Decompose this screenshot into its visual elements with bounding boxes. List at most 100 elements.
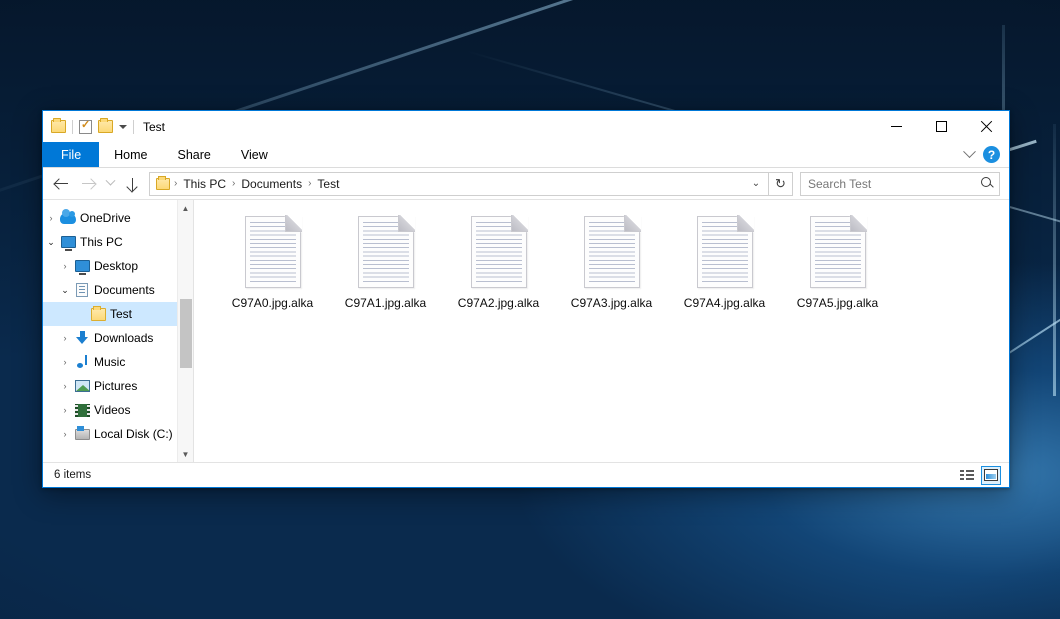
twisty-collapsed-icon[interactable]: › bbox=[57, 429, 73, 439]
tab-file[interactable]: File bbox=[43, 142, 99, 167]
maximize-icon bbox=[936, 121, 947, 132]
forward-arrow-icon bbox=[81, 178, 95, 190]
file-item[interactable]: C97A1.jpg.alka bbox=[329, 214, 442, 310]
generic-file-icon bbox=[697, 216, 753, 288]
drive-icon bbox=[73, 429, 91, 440]
minimize-icon bbox=[891, 126, 902, 127]
file-explorer-window: Test File Home Share View ? bbox=[42, 110, 1010, 488]
help-icon[interactable]: ? bbox=[983, 146, 1000, 163]
sidebar-item-label: Videos bbox=[91, 403, 130, 417]
view-buttons bbox=[957, 466, 1001, 485]
file-item[interactable]: C97A5.jpg.alka bbox=[781, 214, 894, 310]
twisty-expanded-icon[interactable]: ⌄ bbox=[43, 237, 59, 248]
file-item[interactable]: C97A2.jpg.alka bbox=[442, 214, 555, 310]
file-item[interactable]: C97A4.jpg.alka bbox=[668, 214, 781, 310]
folder-icon bbox=[89, 308, 107, 321]
sidebar-item-label: Local Disk (C:) bbox=[91, 427, 173, 441]
large-icons-view-button[interactable] bbox=[981, 466, 1001, 485]
sidebar-item-local-disk-c[interactable]: › Local Disk (C:) bbox=[43, 422, 193, 446]
file-list-view[interactable]: C97A0.jpg.alka C97A1.jpg.alka bbox=[194, 200, 1009, 462]
file-item[interactable]: C97A0.jpg.alka bbox=[216, 214, 329, 310]
sidebar-item-this-pc[interactable]: ⌄ This PC bbox=[43, 230, 193, 254]
videos-icon bbox=[73, 404, 91, 417]
twisty-collapsed-icon[interactable]: › bbox=[57, 405, 73, 415]
ribbon-right-controls: ? bbox=[965, 142, 1009, 167]
music-icon bbox=[73, 355, 91, 369]
close-button[interactable] bbox=[964, 111, 1009, 142]
search-box[interactable] bbox=[800, 172, 1000, 196]
quick-access-toolbar bbox=[51, 120, 134, 134]
twisty-collapsed-icon[interactable]: › bbox=[57, 333, 73, 343]
generic-file-icon bbox=[810, 216, 866, 288]
sidebar-item-label: This PC bbox=[77, 235, 123, 249]
back-arrow-icon bbox=[55, 178, 69, 190]
sidebar-item-pictures[interactable]: › Pictures bbox=[43, 374, 193, 398]
breadcrumb[interactable]: › This PC › Documents › Test ⌄ bbox=[149, 172, 769, 196]
breadcrumb-documents[interactable]: Documents bbox=[236, 177, 307, 191]
sidebar-item-label: Documents bbox=[91, 283, 155, 297]
refresh-button[interactable]: ↻ bbox=[769, 172, 793, 196]
large-icons-view-icon bbox=[984, 469, 998, 481]
navigation-pane-scrollbar[interactable]: ▲ ▼ bbox=[177, 200, 193, 462]
desktop: Test File Home Share View ? bbox=[0, 0, 1060, 619]
sidebar-item-desktop[interactable]: › Desktop bbox=[43, 254, 193, 278]
back-button[interactable] bbox=[49, 172, 75, 196]
file-name: C97A2.jpg.alka bbox=[458, 296, 539, 310]
downloads-icon bbox=[73, 331, 91, 345]
sidebar-item-label: Pictures bbox=[91, 379, 137, 393]
breadcrumb-this-pc[interactable]: This PC bbox=[178, 177, 231, 191]
tab-view[interactable]: View bbox=[226, 142, 283, 167]
scroll-up-arrow-icon[interactable]: ▲ bbox=[178, 200, 194, 216]
up-arrow-icon bbox=[126, 177, 138, 191]
minimize-button[interactable] bbox=[874, 111, 919, 142]
window-controls bbox=[874, 111, 1009, 142]
title-bar: Test bbox=[43, 111, 1009, 142]
file-name: C97A1.jpg.alka bbox=[345, 296, 426, 310]
ribbon-tab-bar: File Home Share View ? bbox=[43, 142, 1009, 168]
address-dropdown-chevron-icon[interactable]: ⌄ bbox=[748, 178, 764, 189]
file-name: C97A3.jpg.alka bbox=[571, 296, 652, 310]
tab-home[interactable]: Home bbox=[99, 142, 162, 167]
up-button[interactable] bbox=[119, 172, 145, 196]
customize-quick-access-chevron-icon[interactable] bbox=[119, 125, 127, 129]
file-item[interactable]: C97A3.jpg.alka bbox=[555, 214, 668, 310]
sidebar-item-label: Music bbox=[91, 355, 125, 369]
chevron-down-icon bbox=[105, 176, 115, 186]
twisty-collapsed-icon[interactable]: › bbox=[43, 213, 59, 223]
tab-share[interactable]: Share bbox=[163, 142, 226, 167]
folder-icon[interactable] bbox=[51, 120, 66, 133]
monitor-icon bbox=[59, 236, 77, 248]
twisty-collapsed-icon[interactable]: › bbox=[57, 357, 73, 367]
toolbar-separator bbox=[72, 120, 73, 134]
search-icon[interactable] bbox=[981, 177, 994, 190]
scroll-down-arrow-icon[interactable]: ▼ bbox=[178, 446, 194, 462]
twisty-collapsed-icon[interactable]: › bbox=[57, 381, 73, 391]
twisty-collapsed-icon[interactable]: › bbox=[57, 261, 73, 271]
sidebar-item-videos[interactable]: › Videos bbox=[43, 398, 193, 422]
expand-ribbon-chevron-icon[interactable] bbox=[963, 145, 976, 158]
sidebar-item-documents[interactable]: ⌄ Documents bbox=[43, 278, 193, 302]
cloud-icon bbox=[59, 213, 77, 224]
generic-file-icon bbox=[584, 216, 640, 288]
scrollbar-track[interactable] bbox=[178, 216, 194, 446]
forward-button[interactable] bbox=[75, 172, 101, 196]
search-input[interactable] bbox=[808, 177, 981, 191]
maximize-button[interactable] bbox=[919, 111, 964, 142]
twisty-expanded-icon[interactable]: ⌄ bbox=[57, 285, 73, 296]
sidebar-item-downloads[interactable]: › Downloads bbox=[43, 326, 193, 350]
generic-file-icon bbox=[245, 216, 301, 288]
breadcrumb-test[interactable]: Test bbox=[312, 177, 344, 191]
sidebar-item-onedrive[interactable]: › OneDrive bbox=[43, 206, 193, 230]
recent-locations-button[interactable] bbox=[101, 172, 119, 196]
scrollbar-thumb[interactable] bbox=[180, 299, 192, 368]
new-folder-icon[interactable] bbox=[98, 120, 113, 133]
details-view-button[interactable] bbox=[957, 466, 977, 485]
details-view-icon bbox=[960, 470, 974, 481]
sidebar-item-test[interactable]: Test bbox=[43, 302, 193, 326]
sidebar-item-music[interactable]: › Music bbox=[43, 350, 193, 374]
close-icon bbox=[980, 120, 993, 133]
window-title: Test bbox=[143, 120, 165, 134]
properties-icon[interactable] bbox=[79, 120, 92, 134]
sidebar-item-label: OneDrive bbox=[77, 211, 131, 225]
file-grid: C97A0.jpg.alka C97A1.jpg.alka bbox=[216, 214, 999, 310]
